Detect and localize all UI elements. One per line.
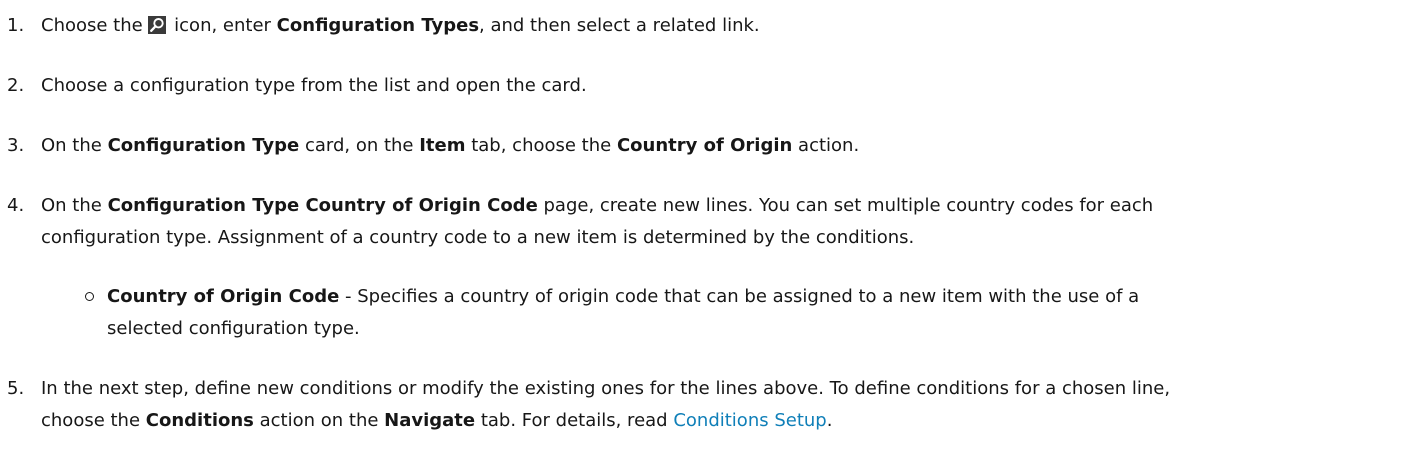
step-text: Choose a configuration type from the lis… — [41, 70, 1411, 102]
step-text-fragment: On the — [41, 195, 108, 216]
hollow-bullet-icon — [85, 292, 94, 301]
step-text-fragment: card, on the — [299, 135, 420, 156]
step-5: 5. In the next step, define new conditio… — [0, 373, 1416, 437]
step-2: 2. Choose a configuration type from the … — [0, 70, 1416, 102]
step-line: Country of Origin Code - Specifies a cou… — [107, 281, 1405, 313]
ui-term: Conditions — [145, 410, 254, 431]
ui-term: Navigate — [384, 410, 476, 431]
step-3: 3. On the Configuration Type card, on th… — [0, 130, 1416, 162]
step-number: 1. — [7, 15, 25, 36]
sub-bullet-item: Country of Origin Code - Specifies a cou… — [85, 281, 1405, 345]
step-text: In the next step, define new conditions … — [41, 373, 1411, 437]
step-text-fragment: icon, enter — [168, 15, 277, 36]
step-1: 1. Choose the icon, enter Configuration … — [0, 10, 1416, 42]
step-line: In the next step, define new conditions … — [41, 378, 1171, 399]
ui-term: Configuration Type Country of Origin Cod… — [107, 195, 538, 216]
ui-term: Country of Origin — [616, 135, 793, 156]
step-text: Choose the icon, enter Configuration Typ… — [41, 10, 1411, 42]
step-text: On the Configuration Type Country of Ori… — [41, 190, 1411, 254]
search-icon — [148, 13, 167, 34]
step-text-fragment: . — [826, 410, 833, 431]
step-text-fragment: Choose the — [41, 15, 149, 36]
step-line: selected configuration type. — [107, 318, 360, 339]
step-text: On the Configuration Type card, on the I… — [41, 130, 1411, 162]
step-text-fragment: Choose a configuration type from the lis… — [41, 75, 587, 96]
step-number: 2. — [7, 75, 25, 96]
step-text-fragment: , and then select a related link. — [479, 15, 760, 36]
ui-term: Item — [419, 135, 466, 156]
step-text-fragment: action. — [792, 135, 860, 156]
step-text-fragment: action on the — [253, 410, 385, 431]
step-text-fragment: page, create new lines. You can set mult… — [537, 195, 1154, 216]
step-number: 5. — [7, 378, 25, 399]
step-number: 4. — [7, 195, 25, 216]
step-text-fragment: - Specifies a country of origin code tha… — [339, 286, 1140, 307]
ui-term: Country of Origin Code — [107, 286, 340, 307]
step-line: On the Configuration Type Country of Ori… — [41, 190, 1411, 222]
step-text-fragment: On the — [41, 135, 108, 156]
step-line: configuration type. Assignment of a coun… — [41, 227, 915, 248]
conditions-setup-link[interactable]: Conditions Setup — [673, 410, 826, 431]
step-text-fragment: tab, choose the — [465, 135, 617, 156]
step-text-fragment: choose the — [41, 410, 146, 431]
step-number: 3. — [7, 135, 25, 156]
ui-term: Configuration Types — [276, 15, 480, 36]
sub-bullet-text: Country of Origin Code - Specifies a cou… — [107, 281, 1405, 345]
step-line: choose the Conditions action on the Navi… — [41, 405, 1411, 437]
step-4: 4. On the Configuration Type Country of … — [0, 190, 1416, 254]
step-text-fragment: tab. For details, read — [475, 410, 674, 431]
ui-term: Configuration Type — [107, 135, 300, 156]
